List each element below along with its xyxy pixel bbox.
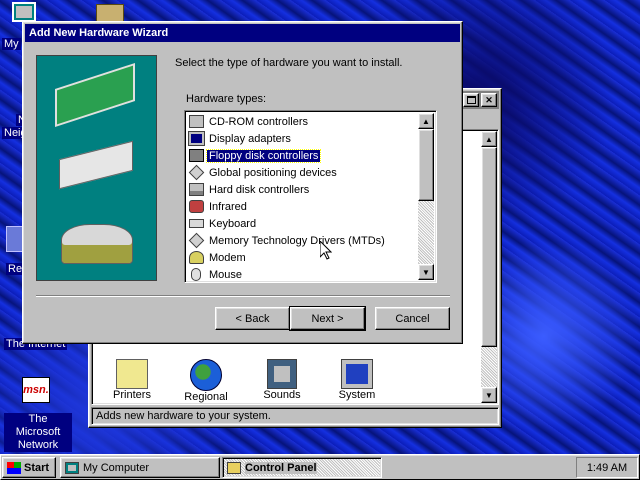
maximize-icon bbox=[466, 96, 476, 104]
close-button[interactable]: ✕ bbox=[481, 93, 497, 107]
msn-icon[interactable]: msn. bbox=[22, 377, 50, 403]
wizard-titlebar: Add New Hardware Wizard bbox=[25, 24, 460, 42]
speaker-icon bbox=[267, 359, 297, 389]
cancel-button[interactable]: Cancel bbox=[375, 307, 450, 330]
mouse-icon bbox=[191, 268, 201, 281]
floppy-controller-icon bbox=[189, 149, 204, 162]
scroll-up-button[interactable]: ▲ bbox=[418, 113, 434, 129]
status-text: Adds new hardware to your system. bbox=[96, 410, 271, 422]
external-drive-icon bbox=[59, 140, 133, 190]
hardware-list-scrollbar[interactable]: ▲ ▼ bbox=[418, 113, 434, 280]
scroll-up-icon: ▲ bbox=[422, 116, 430, 126]
list-item-display[interactable]: Display adapters bbox=[187, 130, 420, 147]
computer-icon bbox=[65, 461, 79, 474]
desktop-icon-label: My bbox=[2, 38, 21, 50]
scroll-down-button[interactable]: ▼ bbox=[418, 264, 434, 280]
infrared-icon bbox=[189, 200, 204, 213]
system-computer-icon bbox=[341, 359, 373, 389]
status-bar: Adds new hardware to your system. bbox=[91, 407, 499, 425]
wizard-instruction: Select the type of hardware you want to … bbox=[175, 57, 403, 69]
cp-item-label: System bbox=[338, 389, 376, 401]
cp-item-sounds[interactable]: Sounds bbox=[247, 359, 317, 401]
mouse-cursor-icon bbox=[320, 241, 332, 260]
hard-disk-controller-icon bbox=[189, 183, 204, 196]
scroll-thumb[interactable] bbox=[418, 129, 434, 201]
desktop-icon-msn[interactable]: The Microsoft Network bbox=[4, 413, 72, 452]
close-icon: ✕ bbox=[485, 95, 493, 105]
generic-device-icon bbox=[188, 232, 205, 249]
cp-item-printers[interactable]: Printers bbox=[97, 359, 167, 401]
list-item-cdrom[interactable]: CD-ROM controllers bbox=[187, 113, 420, 130]
cp-item-system[interactable]: System bbox=[322, 359, 392, 401]
modem-icon bbox=[189, 251, 204, 264]
expansion-card-icon bbox=[55, 63, 135, 127]
list-item-floppy[interactable]: Floppy disk controllers bbox=[187, 147, 420, 164]
control-panel-icon bbox=[227, 461, 241, 474]
keyboard-icon bbox=[189, 219, 204, 228]
generic-device-icon bbox=[188, 164, 205, 181]
control-panel-scrollbar[interactable]: ▲ ▼ bbox=[481, 131, 497, 403]
wizard-illustration bbox=[36, 55, 157, 281]
hardware-types-list[interactable]: CD-ROM controllers Display adapters Flop… bbox=[184, 110, 437, 283]
printer-icon bbox=[116, 359, 148, 389]
back-button-label: < Back bbox=[235, 312, 270, 325]
list-item-modem[interactable]: Modem bbox=[187, 249, 420, 266]
hard-disk-icon bbox=[61, 224, 133, 264]
scroll-thumb[interactable] bbox=[481, 147, 497, 347]
globe-icon bbox=[190, 359, 222, 391]
monitor-icon bbox=[188, 131, 205, 146]
desktop-icon-label: The Microsoft Network bbox=[4, 413, 72, 452]
hardware-list-items: CD-ROM controllers Display adapters Flop… bbox=[187, 113, 420, 282]
taskbar-task-label: Control Panel bbox=[245, 461, 317, 474]
taskbar-button-my-computer[interactable]: My Computer bbox=[60, 457, 220, 478]
list-item-hard-disk[interactable]: Hard disk controllers bbox=[187, 181, 420, 198]
list-item-gps[interactable]: Global positioning devices bbox=[187, 164, 420, 181]
windows-logo-icon bbox=[7, 461, 21, 474]
list-item-mtd[interactable]: Memory Technology Drivers (MTDs) bbox=[187, 232, 420, 249]
computer-icon bbox=[12, 2, 36, 22]
cp-item-label: Regional bbox=[184, 391, 228, 403]
cp-item-label: Printers bbox=[113, 389, 151, 401]
maximize-button[interactable] bbox=[463, 93, 479, 107]
system-tray: 1:49 AM bbox=[576, 457, 638, 478]
clock[interactable]: 1:49 AM bbox=[587, 462, 627, 474]
add-hardware-wizard: Add New Hardware Wizard Select the type … bbox=[22, 21, 463, 344]
desktop-icon-my-computer[interactable]: My bbox=[2, 2, 44, 50]
start-label: Start bbox=[24, 461, 50, 474]
cdrom-icon bbox=[189, 115, 204, 128]
scroll-down-button[interactable]: ▼ bbox=[481, 387, 497, 403]
scroll-up-button[interactable]: ▲ bbox=[481, 131, 497, 147]
back-button[interactable]: < Back bbox=[215, 307, 290, 330]
list-item-keyboard[interactable]: Keyboard bbox=[187, 215, 420, 232]
taskbar-button-control-panel[interactable]: Control Panel bbox=[222, 457, 382, 478]
cancel-button-label: Cancel bbox=[395, 312, 430, 325]
wizard-title: Add New Hardware Wizard bbox=[29, 27, 169, 39]
next-button-label: Next > bbox=[311, 312, 344, 325]
next-button[interactable]: Next > bbox=[289, 306, 366, 331]
start-button[interactable]: Start bbox=[2, 457, 56, 478]
scroll-down-icon: ▼ bbox=[422, 267, 430, 277]
cp-item-label: Sounds bbox=[263, 389, 301, 401]
wizard-separator bbox=[36, 295, 450, 297]
list-item-mouse[interactable]: Mouse bbox=[187, 266, 420, 282]
taskbar-task-label: My Computer bbox=[83, 461, 150, 474]
list-item-infrared[interactable]: Infrared bbox=[187, 198, 420, 215]
cp-item-regional[interactable]: Regional bbox=[171, 359, 241, 403]
hardware-types-label: Hardware types: bbox=[186, 93, 267, 105]
